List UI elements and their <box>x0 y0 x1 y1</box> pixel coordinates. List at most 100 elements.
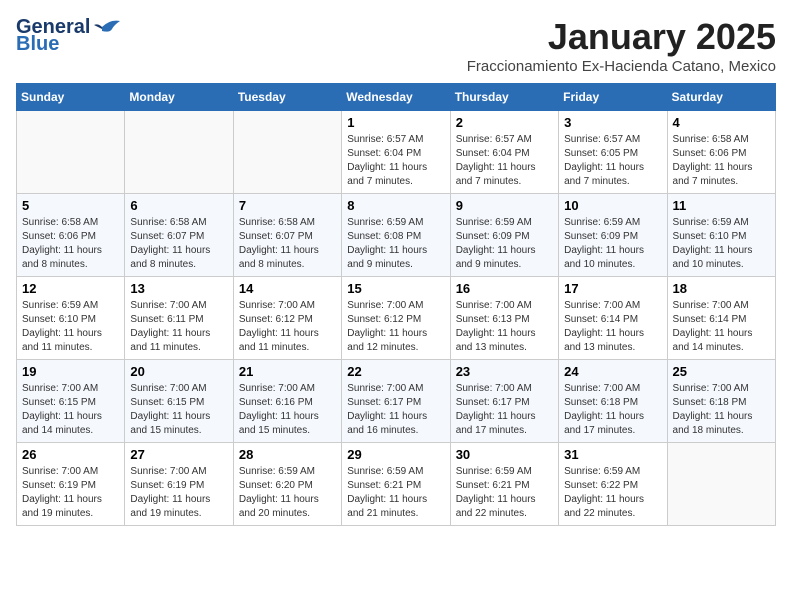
calendar-cell: 18Sunrise: 7:00 AMSunset: 6:14 PMDayligh… <box>667 277 775 360</box>
calendar-cell: 5 Sunrise: 6:58 AMSunset: 6:06 PMDaylight… <box>17 194 125 277</box>
sunset-text: Sunset: 6:18 PM <box>673 397 747 408</box>
day-number: 18 <box>673 281 770 296</box>
day-info: Sunrise: 7:00 AMSunset: 6:19 PMDaylight:… <box>130 465 227 521</box>
daylight-text: Daylight: 11 hours and 13 minutes. <box>564 328 644 353</box>
day-number: 24 <box>564 364 661 379</box>
sunrise-text: Sunrise: 7:00 AM <box>673 300 749 311</box>
daylight-text: Daylight: 11 hours and 22 minutes. <box>564 494 644 519</box>
sunrise-text: Sunrise: 7:00 AM <box>564 300 640 311</box>
sunset-text: Sunset: 6:13 PM <box>456 314 530 325</box>
sunset-text: Sunset: 6:07 PM <box>130 231 204 242</box>
sunrise-text: Sunrise: 7:00 AM <box>239 300 315 311</box>
day-info: Sunrise: 7:00 AMSunset: 6:18 PMDaylight:… <box>564 382 661 438</box>
sunrise-text: Sunrise: 7:00 AM <box>347 300 423 311</box>
sunset-text: Sunset: 6:14 PM <box>564 314 638 325</box>
calendar-cell: 17 Sunrise: 7:00 AM Sunset: 6:14 PM Dayligh… <box>559 277 667 360</box>
sunset-text: Sunset: 6:12 PM <box>347 314 421 325</box>
sunrise-text: Sunrise: 7:00 AM <box>22 466 98 477</box>
sunrise-text: Sunrise: 6:58 AM <box>130 217 206 228</box>
day-info: Sunrise: 6:58 AM Sunset: 6:07 PM Daylight:… <box>239 216 336 272</box>
daylight-text: Daylight: 11 hours and 10 minutes. <box>673 245 753 270</box>
calendar-cell: 24Sunrise: 7:00 AMSunset: 6:18 PMDayligh… <box>559 360 667 443</box>
sunset-text: Sunset: 6:18 PM <box>564 397 638 408</box>
day-info: Sunrise: 7:00 AMSunset: 6:17 PMDaylight:… <box>456 382 553 438</box>
calendar-cell: 13 Sunrise: 7:00 AMSunset: 6:11 PMDayligh… <box>125 277 233 360</box>
sunset-text: Sunset: 6:16 PM <box>239 397 313 408</box>
sunrise-text: Sunrise: 7:00 AM <box>564 383 640 394</box>
daylight-text: Daylight: 11 hours and 21 minutes. <box>347 494 427 519</box>
sunrise-text: Sunrise: 6:59 AM <box>347 466 423 477</box>
day-info: Sunrise: 7:00 AM Sunset: 6:16 PM Daylight:… <box>239 382 336 438</box>
day-info: Sunrise: 6:59 AM Sunset: 6:22 PM Daylight:… <box>564 465 661 521</box>
day-info: Sunrise: 6:58 AMSunset: 6:06 PMDaylight:… <box>22 216 119 272</box>
day-number: 11 <box>673 198 770 213</box>
sunset-text: Sunset: 6:09 PM <box>456 231 530 242</box>
calendar-cell: 2Sunrise: 6:57 AMSunset: 6:04 PMDaylight… <box>450 111 558 194</box>
sunset-text: Sunset: 6:08 PM <box>347 231 421 242</box>
day-number: 5 <box>22 198 119 213</box>
calendar-cell: 25Sunrise: 7:00 AMSunset: 6:18 PMDayligh… <box>667 360 775 443</box>
day-number: 8 <box>347 198 444 213</box>
sunrise-text: Sunrise: 7:00 AM <box>130 383 206 394</box>
calendar-week-row: 1 Sunrise: 6:57 AM Sunset: 6:04 PM Daylight… <box>17 111 776 194</box>
sunset-text: Sunset: 6:17 PM <box>347 397 421 408</box>
day-info: Sunrise: 6:58 AMSunset: 6:06 PMDaylight:… <box>673 133 770 189</box>
sunrise-text: Sunrise: 7:00 AM <box>673 383 749 394</box>
weekday-header-wednesday: Wednesday <box>342 84 450 111</box>
day-number: 3 <box>564 115 661 130</box>
day-number: 27 <box>130 447 227 462</box>
calendar-cell <box>233 111 341 194</box>
day-info: Sunrise: 6:59 AMSunset: 6:21 PMDaylight:… <box>347 465 444 521</box>
day-number: 17 <box>564 281 661 296</box>
sunrise-text: Sunrise: 7:00 AM <box>22 383 98 394</box>
day-number: 21 <box>239 364 336 379</box>
day-number: 30 <box>456 447 553 462</box>
calendar-cell <box>17 111 125 194</box>
sunrise-text: Sunrise: 7:00 AM <box>239 383 315 394</box>
calendar-week-row: 5 Sunrise: 6:58 AMSunset: 6:06 PMDaylight… <box>17 194 776 277</box>
day-number: 25 <box>673 364 770 379</box>
daylight-text: Daylight: 11 hours and 16 minutes. <box>347 411 427 436</box>
page-header: General Blue January 2025 Fraccionamient… <box>16 16 776 75</box>
sunrise-text: Sunrise: 6:58 AM <box>239 217 315 228</box>
weekday-header-saturday: Saturday <box>667 84 775 111</box>
daylight-text: Daylight: 11 hours and 14 minutes. <box>22 411 102 436</box>
daylight-text: Daylight: 11 hours and 7 minutes. <box>673 162 753 187</box>
calendar-week-row: 19Sunrise: 7:00 AMSunset: 6:15 PMDayligh… <box>17 360 776 443</box>
daylight-text: Daylight: 11 hours and 11 minutes. <box>130 328 210 353</box>
calendar-cell: 9Sunrise: 6:59 AMSunset: 6:09 PMDaylight… <box>450 194 558 277</box>
day-info: Sunrise: 6:59 AMSunset: 6:10 PMDaylight:… <box>673 216 770 272</box>
sunrise-text: Sunrise: 6:59 AM <box>564 466 640 477</box>
sunrise-text: Sunrise: 6:59 AM <box>456 217 532 228</box>
calendar-cell: 6 Sunrise: 6:58 AM Sunset: 6:07 PM Daylight… <box>125 194 233 277</box>
day-number: 13 <box>130 281 227 296</box>
sunrise-text: Sunrise: 7:00 AM <box>456 300 532 311</box>
day-info: Sunrise: 6:59 AMSunset: 6:21 PMDaylight:… <box>456 465 553 521</box>
day-number: 1 <box>347 115 444 130</box>
sunrise-text: Sunrise: 6:57 AM <box>564 134 640 145</box>
calendar-cell: 14Sunrise: 7:00 AMSunset: 6:12 PMDayligh… <box>233 277 341 360</box>
daylight-text: Daylight: 11 hours and 8 minutes. <box>239 245 319 270</box>
weekday-header-thursday: Thursday <box>450 84 558 111</box>
day-info: Sunrise: 7:00 AM Sunset: 6:14 PM Daylight:… <box>564 299 661 355</box>
day-number: 4 <box>673 115 770 130</box>
day-number: 29 <box>347 447 444 462</box>
sunset-text: Sunset: 6:07 PM <box>239 231 313 242</box>
day-number: 6 <box>130 198 227 213</box>
sunset-text: Sunset: 6:21 PM <box>456 480 530 491</box>
daylight-text: Daylight: 11 hours and 9 minutes. <box>347 245 427 270</box>
sunrise-text: Sunrise: 6:59 AM <box>456 466 532 477</box>
daylight-text: Daylight: 11 hours and 17 minutes. <box>456 411 536 436</box>
sunrise-text: Sunrise: 7:00 AM <box>130 300 206 311</box>
day-number: 20 <box>130 364 227 379</box>
calendar-cell: 19Sunrise: 7:00 AMSunset: 6:15 PMDayligh… <box>17 360 125 443</box>
calendar-table: SundayMondayTuesdayWednesdayThursdayFrid… <box>16 83 776 526</box>
sunset-text: Sunset: 6:12 PM <box>239 314 313 325</box>
day-info: Sunrise: 7:00 AMSunset: 6:11 PMDaylight:… <box>130 299 227 355</box>
daylight-text: Daylight: 11 hours and 15 minutes. <box>239 411 319 436</box>
sunset-text: Sunset: 6:22 PM <box>564 480 638 491</box>
day-number: 19 <box>22 364 119 379</box>
daylight-text: Daylight: 11 hours and 8 minutes. <box>130 245 210 270</box>
sunset-text: Sunset: 6:04 PM <box>456 148 530 159</box>
day-info: Sunrise: 6:59 AMSunset: 6:09 PMDaylight:… <box>564 216 661 272</box>
